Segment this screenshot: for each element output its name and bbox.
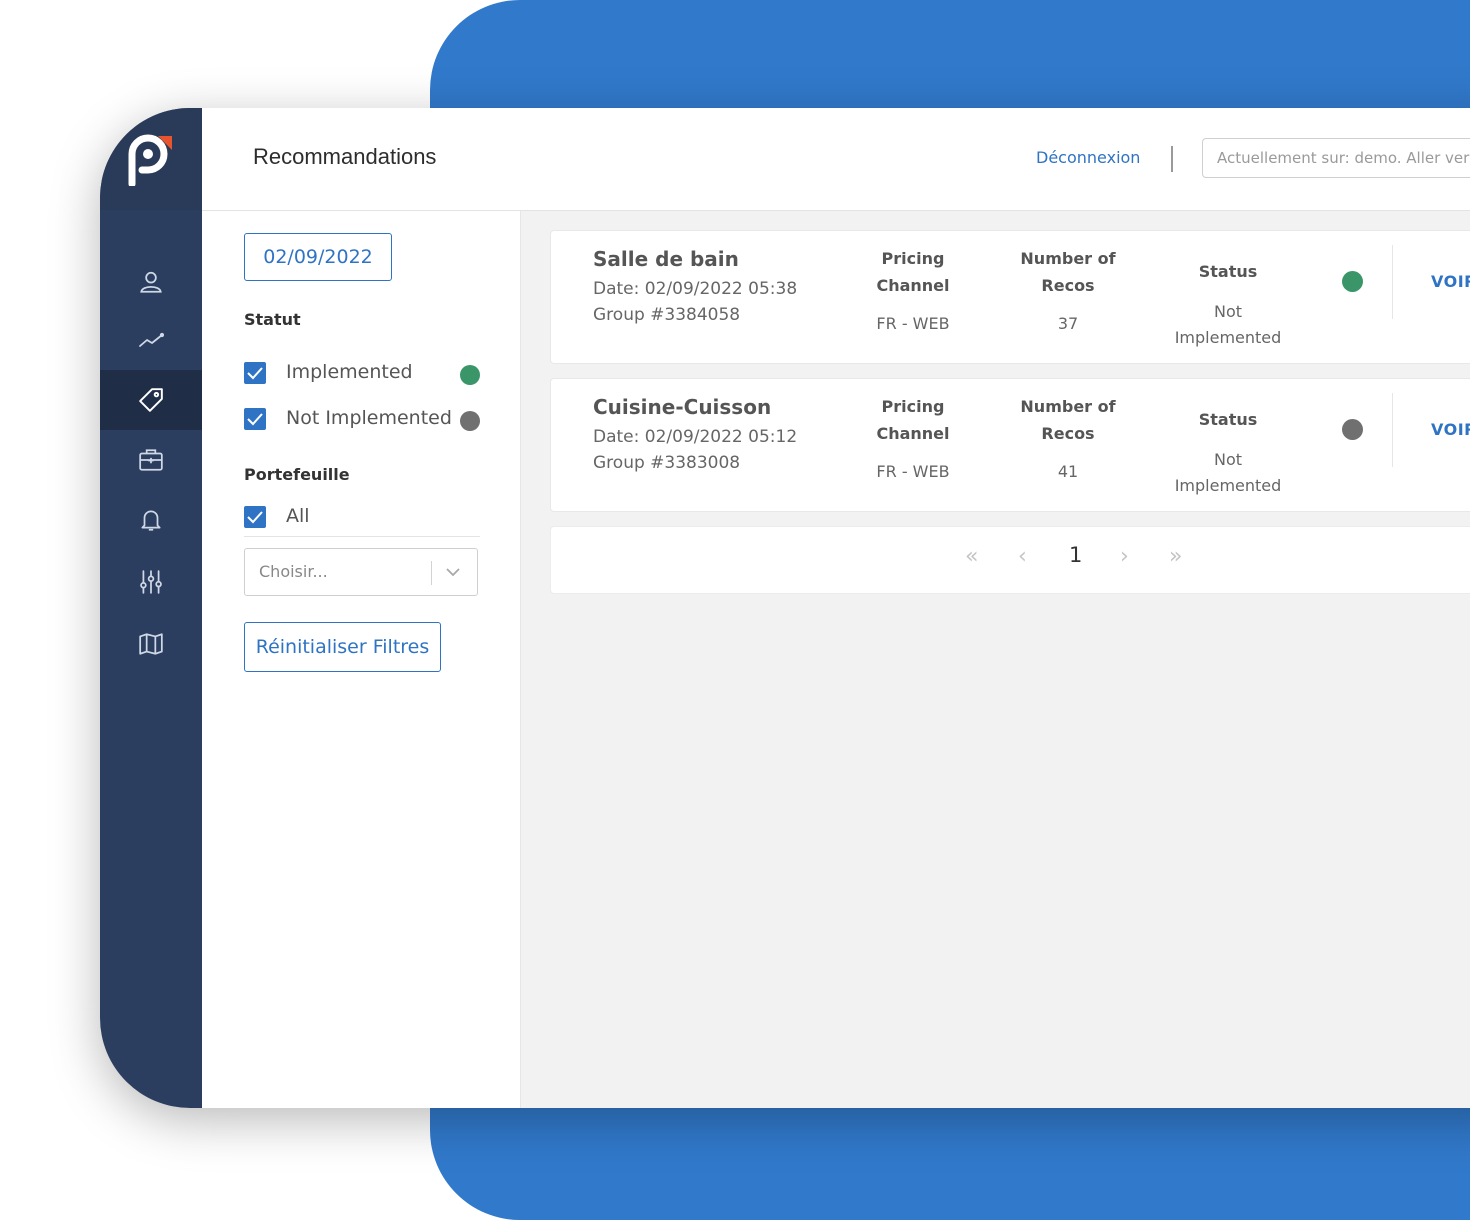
status-column: Status Not Implemented — [1158, 393, 1298, 499]
sidebar-item-trends[interactable] — [100, 310, 202, 370]
card-status-dot — [1342, 271, 1363, 292]
chevron-down-icon[interactable] — [445, 566, 461, 578]
pricing-channel-column: Pricing Channel FR - WEB — [863, 393, 963, 485]
recos-header-line2: Recos — [1041, 424, 1095, 443]
brand-logo-icon — [128, 134, 172, 186]
pricing-channel-value: FR - WEB — [876, 314, 950, 333]
number-of-recos-column: Number of Recos 41 — [1008, 393, 1128, 485]
status-value-line2: Implemented — [1174, 328, 1282, 347]
pagination-prev[interactable]: ‹ — [1018, 544, 1027, 569]
card-title: Cuisine-Cuisson — [593, 395, 772, 419]
logout-link[interactable]: Déconnexion — [1036, 148, 1140, 167]
pagination-next[interactable]: › — [1120, 544, 1129, 569]
user-icon — [140, 271, 162, 293]
recos-header-line1: Number of — [1020, 249, 1116, 268]
recommendation-card: Salle de bain Date: 02/09/2022 05:38 Gro… — [550, 230, 1470, 364]
portfolio-all-checkbox[interactable] — [244, 506, 266, 528]
pricing-channel-header-line1: Pricing — [881, 397, 945, 416]
recommendation-card: Cuisine-Cuisson Date: 02/09/2022 05:12 G… — [550, 378, 1470, 512]
card-separator — [1392, 245, 1393, 319]
filter-not-implemented[interactable]: Not Implemented — [244, 405, 480, 435]
sidebar-item-recommendations[interactable] — [100, 370, 202, 430]
portfolio-select-placeholder: Choisir... — [259, 562, 328, 581]
status-value-line2: Implemented — [1174, 476, 1282, 495]
reset-filters-button[interactable]: Réinitialiser Filtres — [244, 622, 441, 672]
checkmark-icon — [247, 367, 263, 380]
sidebar-item-map[interactable] — [100, 614, 202, 674]
sidebar-item-user[interactable] — [100, 252, 202, 312]
status-value-line1: Not — [1213, 302, 1243, 321]
bell-icon — [141, 510, 161, 531]
top-header: Recommandations Déconnexion — [202, 108, 1470, 211]
sidebar-item-settings[interactable] — [100, 552, 202, 612]
checkmark-icon — [247, 511, 263, 524]
select-separator — [431, 561, 432, 585]
pagination-last[interactable]: » — [1169, 544, 1182, 569]
pagination-current-page[interactable]: 1 — [1069, 543, 1082, 567]
recos-header-line2: Recos — [1041, 276, 1095, 295]
implemented-status-dot — [460, 365, 480, 385]
recos-value: 37 — [1057, 314, 1079, 333]
status-value-line1: Not — [1213, 450, 1243, 469]
card-status-dot — [1342, 419, 1363, 440]
pagination: « ‹ 1 › » — [550, 526, 1470, 594]
app-window: Recommandations Déconnexion 02/09/2022 S… — [100, 108, 1470, 1108]
date-picker-button[interactable]: 02/09/2022 — [244, 233, 392, 281]
not-implemented-label: Not Implemented — [286, 407, 452, 429]
card-group: Group #3384058 — [593, 305, 741, 325]
card-group: Group #3383008 — [593, 453, 741, 473]
briefcase-icon — [139, 449, 163, 471]
sidebar-item-alerts[interactable] — [100, 490, 202, 550]
header-divider — [1171, 146, 1173, 172]
pricing-channel-header-line2: Channel — [876, 276, 950, 295]
sliders-icon — [140, 570, 162, 594]
recos-header-line1: Number of — [1020, 397, 1116, 416]
voir-link[interactable]: VOIR — [1431, 420, 1470, 439]
status-header: Status — [1198, 410, 1258, 429]
card-date: Date: 02/09/2022 05:38 — [593, 279, 798, 299]
card-title: Salle de bain — [593, 247, 739, 271]
sidebar-item-portfolio[interactable] — [100, 430, 202, 490]
pricing-channel-header-line1: Pricing — [881, 249, 945, 268]
card-separator — [1392, 393, 1393, 467]
trend-chart-icon — [139, 332, 164, 347]
sidebar — [100, 108, 202, 1108]
map-icon — [139, 633, 163, 655]
page-title: Recommandations — [253, 144, 437, 169]
pagination-first[interactable]: « — [965, 544, 978, 569]
pricing-channel-header-line2: Channel — [876, 424, 950, 443]
portfolio-all-label: All — [286, 505, 310, 527]
pricing-channel-column: Pricing Channel FR - WEB — [863, 245, 963, 337]
tag-icon — [139, 388, 163, 412]
pricing-channel-value: FR - WEB — [876, 462, 950, 481]
filter-implemented[interactable]: Implemented — [244, 359, 480, 389]
logo[interactable] — [100, 108, 202, 210]
portfolio-select[interactable]: Choisir... — [244, 548, 478, 596]
filter-portfolio-all[interactable]: All — [244, 503, 480, 533]
not-implemented-status-dot — [460, 411, 480, 431]
voir-link[interactable]: VOIR — [1431, 272, 1470, 291]
status-column: Status Not Implemented — [1158, 245, 1298, 351]
not-implemented-checkbox[interactable] — [244, 408, 266, 430]
implemented-label: Implemented — [286, 361, 413, 383]
status-header: Status — [1198, 262, 1258, 281]
card-date: Date: 02/09/2022 05:12 — [593, 427, 798, 447]
checkmark-icon — [247, 413, 263, 426]
site-switch-input[interactable] — [1202, 138, 1470, 178]
filters-panel: 02/09/2022 Statut Implemented Not Implem… — [202, 211, 521, 1108]
portfolio-divider — [244, 536, 480, 537]
portefeuille-label: Portefeuille — [244, 465, 350, 484]
recos-value: 41 — [1057, 462, 1079, 481]
implemented-checkbox[interactable] — [244, 362, 266, 384]
number-of-recos-column: Number of Recos 37 — [1008, 245, 1128, 337]
statut-label: Statut — [244, 310, 301, 329]
